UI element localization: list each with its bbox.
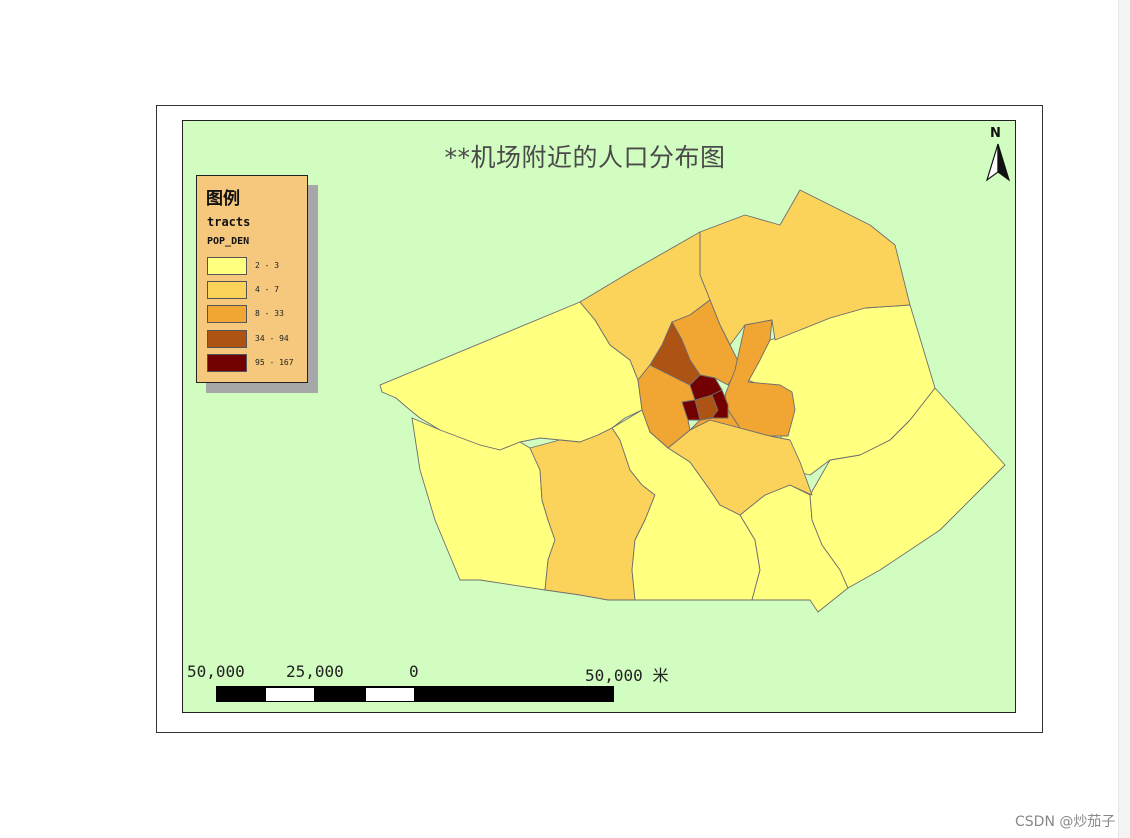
scale-label-zero: 0 (409, 662, 419, 681)
legend: 图例 tracts POP_DEN 2 - 3 4 - 7 8 - 33 34 … (196, 175, 308, 383)
north-arrow-label: N (990, 126, 1001, 141)
legend-item: 8 - 33 (207, 305, 303, 325)
scale-unit: 米 (652, 666, 669, 685)
legend-item: 2 - 3 (207, 257, 303, 277)
legend-swatch (207, 354, 247, 372)
legend-title: 图例 (206, 189, 240, 209)
scale-label-mid: 25,000 (286, 662, 344, 681)
legend-item: 95 - 167 (207, 354, 303, 374)
scale-value-right: 50,000 (585, 666, 643, 685)
legend-item-label: 4 - 7 (255, 285, 280, 294)
map-title: **机场附近的人口分布图 (444, 143, 726, 172)
scale-label-left: 50,000 (187, 662, 245, 681)
watermark: CSDN @炒茄子 (1015, 814, 1116, 830)
legend-field-name: POP_DEN (207, 236, 250, 247)
legend-swatch (207, 305, 247, 323)
legend-item-label: 95 - 167 (255, 358, 294, 367)
legend-swatch (207, 281, 247, 299)
legend-swatch (207, 257, 247, 275)
legend-layer-name: tracts (207, 215, 251, 229)
legend-item-label: 8 - 33 (255, 309, 284, 318)
legend-swatch (207, 330, 247, 348)
legend-item: 4 - 7 (207, 281, 303, 301)
north-arrow-icon (985, 143, 1011, 182)
legend-item: 34 - 94 (207, 330, 303, 350)
map-canvas (379, 189, 1006, 613)
legend-item-label: 34 - 94 (255, 334, 289, 343)
scale-bar (216, 686, 614, 702)
scale-label-right: 50,000 米 (585, 662, 668, 686)
legend-item-label: 2 - 3 (255, 261, 280, 270)
